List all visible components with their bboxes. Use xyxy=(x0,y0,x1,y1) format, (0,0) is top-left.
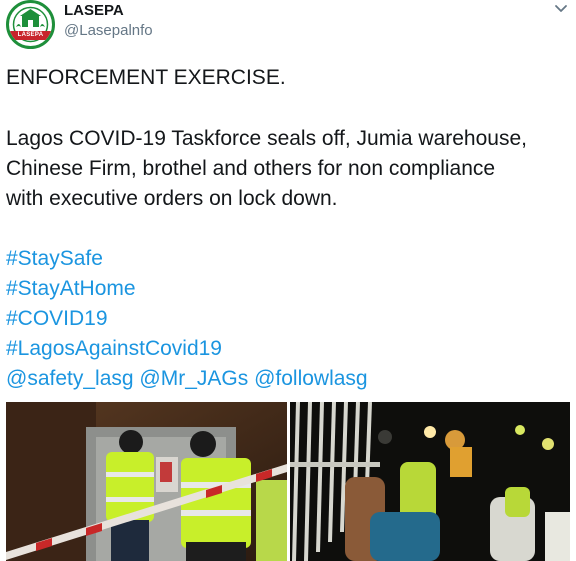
tweet-card: LASEPA LASEPA @Lasepalnfo ENFORCEMENT EX… xyxy=(0,0,576,561)
tweet-body-line: Chinese Firm, brothel and others for non… xyxy=(6,157,496,180)
account-name[interactable]: LASEPA xyxy=(64,2,124,19)
mention-link-followlasg[interactable]: @followlasg xyxy=(254,367,368,390)
mentions-line: @safety_lasg @Mr_JAGs @followlasg xyxy=(6,364,368,394)
tweet-headline: ENFORCEMENT EXERCISE. xyxy=(6,66,286,89)
hashtag-link-staysafe[interactable]: #StaySafe xyxy=(6,244,103,274)
hashtag-link-lagosagainstcovid19[interactable]: #LagosAgainstCovid19 xyxy=(6,334,222,364)
chevron-down-icon[interactable] xyxy=(551,2,571,16)
account-handle[interactable]: @Lasepalnfo xyxy=(64,22,153,39)
mention-link-mr-jags[interactable]: @Mr_JAGs xyxy=(139,367,248,390)
photo-officials-sealing-door[interactable] xyxy=(6,402,287,561)
hashtag-link-stayathome[interactable]: #StayAtHome xyxy=(6,274,136,304)
lasepa-logo-icon[interactable]: LASEPA xyxy=(6,0,55,49)
tweet-body-line: with executive orders on lock down. xyxy=(6,187,338,210)
avatar-badge: LASEPA xyxy=(9,31,52,40)
photo-night-enforcement-crowd[interactable] xyxy=(290,402,570,561)
tweet-body-line: Lagos COVID-19 Taskforce seals off, Jumi… xyxy=(6,127,527,150)
mention-link-safety-lasg[interactable]: @safety_lasg xyxy=(6,367,134,390)
hashtag-link-covid19[interactable]: #COVID19 xyxy=(6,304,108,334)
